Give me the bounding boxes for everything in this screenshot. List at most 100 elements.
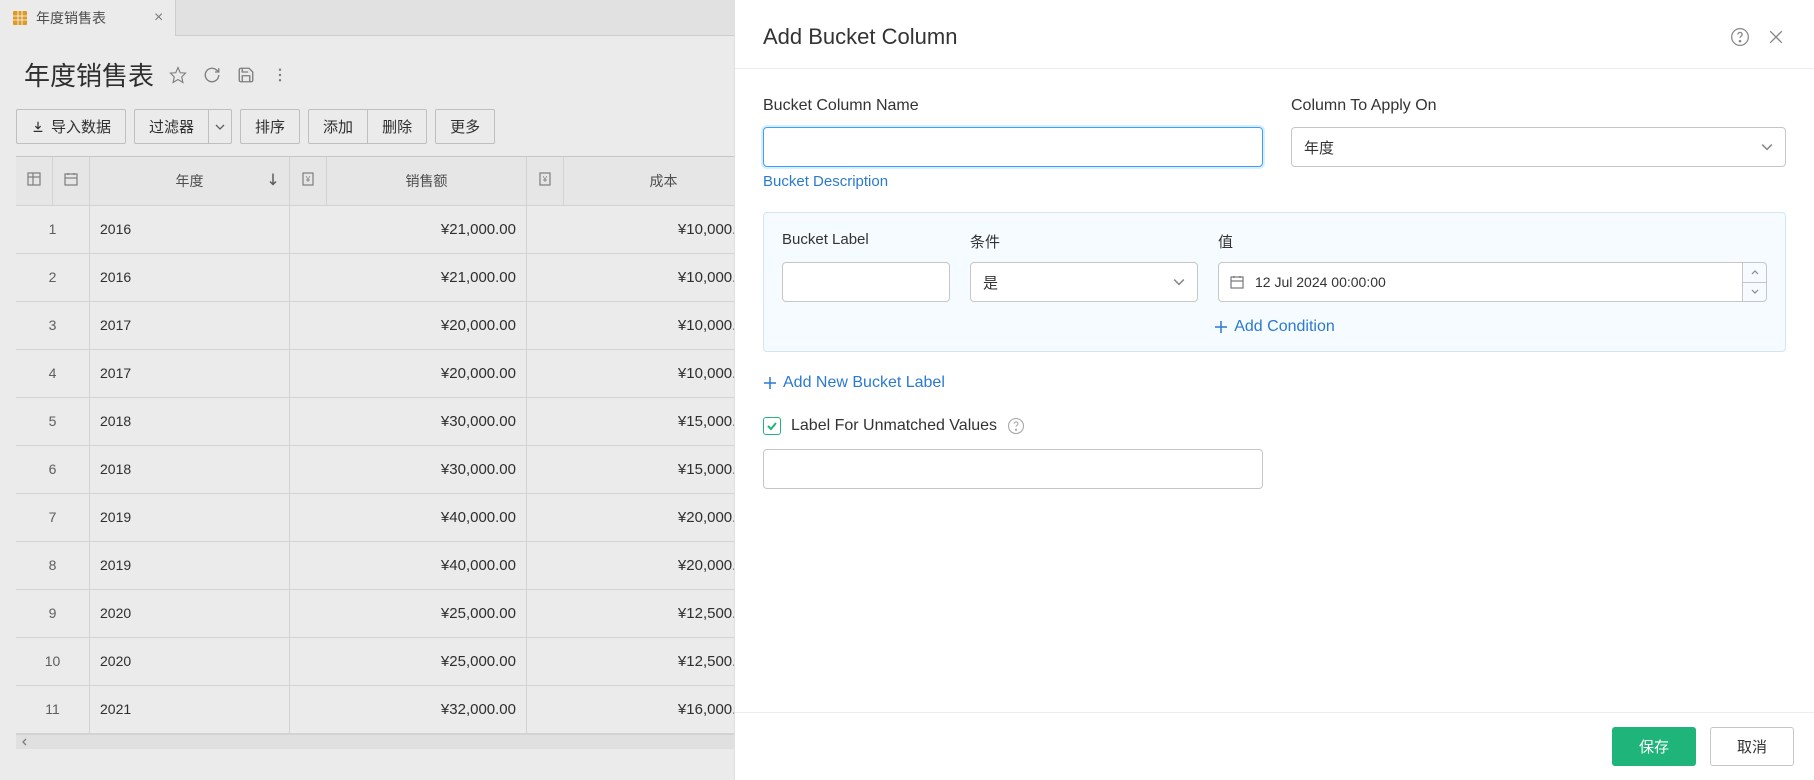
chevron-down-icon — [1173, 276, 1185, 288]
page-title: 年度销售表 — [24, 56, 154, 93]
modal-body: Bucket Column Name Bucket Description Co… — [735, 69, 1814, 712]
bucket-definition-box: Bucket Label 条件 值 是 12 Jul 2024 00:00:00 — [763, 212, 1786, 352]
condition-value: 是 — [983, 272, 998, 293]
help-icon[interactable] — [1730, 27, 1750, 47]
calendar-type-icon[interactable] — [53, 157, 90, 205]
close-icon[interactable]: × — [154, 9, 163, 27]
bucket-label-header: Bucket Label — [782, 231, 950, 252]
table-icon — [12, 10, 28, 26]
svg-text:¥: ¥ — [305, 175, 311, 184]
sort-button[interactable]: 排序 — [240, 109, 300, 144]
bucket-name-label: Bucket Column Name — [763, 97, 1263, 115]
chevron-down-icon — [1761, 141, 1773, 153]
cell-cost: ¥15,000.00 — [527, 397, 764, 445]
cell-sales: ¥40,000.00 — [290, 493, 527, 541]
cancel-button[interactable]: 取消 — [1710, 727, 1794, 766]
add-condition-link[interactable]: Add Condition — [1214, 318, 1335, 336]
unmatched-checkbox[interactable] — [763, 417, 781, 435]
row-number: 1 — [16, 205, 90, 253]
currency-type-icon[interactable]: ¥ — [290, 157, 327, 205]
cell-cost: ¥16,000.00 — [527, 685, 764, 733]
row-number: 10 — [16, 637, 90, 685]
row-number: 3 — [16, 301, 90, 349]
cell-sales: ¥25,000.00 — [290, 589, 527, 637]
cell-year: 2021 — [90, 685, 290, 733]
bucket-label-input[interactable] — [782, 262, 950, 302]
close-icon[interactable] — [1766, 27, 1786, 47]
help-icon[interactable] — [1007, 417, 1025, 435]
more-button[interactable]: 更多 — [435, 109, 495, 144]
svg-text:¥: ¥ — [542, 175, 548, 184]
add-button[interactable]: 添加 — [308, 109, 368, 144]
add-bucket-label-link[interactable]: Add New Bucket Label — [763, 374, 945, 392]
save-button[interactable]: 保存 — [1612, 727, 1696, 766]
cell-sales: ¥21,000.00 — [290, 205, 527, 253]
spinner-up[interactable] — [1743, 263, 1766, 282]
cell-cost: ¥12,500.00 — [527, 637, 764, 685]
import-label: 导入数据 — [51, 116, 111, 137]
save-icon[interactable] — [236, 65, 256, 85]
cell-sales: ¥30,000.00 — [290, 397, 527, 445]
refresh-icon[interactable] — [202, 65, 222, 85]
row-number: 5 — [16, 397, 90, 445]
cell-cost: ¥10,000.00 — [527, 253, 764, 301]
cell-sales: ¥25,000.00 — [290, 637, 527, 685]
condition-select[interactable]: 是 — [970, 262, 1198, 302]
add-delete-group: 添加 删除 — [308, 109, 427, 144]
column-type-icon[interactable] — [16, 157, 53, 205]
modal-footer: 保存 取消 — [735, 712, 1814, 780]
row-number: 7 — [16, 493, 90, 541]
bucket-description-link[interactable]: Bucket Description — [763, 173, 888, 190]
more-icon[interactable] — [270, 65, 290, 85]
date-spinner — [1743, 262, 1767, 302]
filter-button[interactable]: 过滤器 — [134, 109, 208, 144]
col-header-sales[interactable]: 销售额 — [327, 157, 527, 205]
apply-column-value: 年度 — [1304, 137, 1334, 158]
cell-cost: ¥10,000.00 — [527, 205, 764, 253]
row-number: 6 — [16, 445, 90, 493]
sort-desc-icon — [267, 172, 279, 189]
filter-split-button: 过滤器 — [134, 109, 232, 144]
currency-type-icon[interactable]: ¥ — [527, 157, 564, 205]
col-header-year[interactable]: 年度 — [90, 157, 290, 205]
apply-column-select[interactable]: 年度 — [1291, 127, 1786, 167]
add-bucket-modal: Add Bucket Column Bucket Column Name Buc… — [734, 0, 1814, 780]
cell-sales: ¥32,000.00 — [290, 685, 527, 733]
filter-dropdown-caret[interactable] — [208, 109, 232, 144]
calendar-icon — [1229, 274, 1245, 290]
row-number: 4 — [16, 349, 90, 397]
date-value-text: 12 Jul 2024 00:00:00 — [1255, 274, 1386, 290]
spinner-down[interactable] — [1743, 282, 1766, 302]
check-icon — [766, 420, 778, 432]
delete-button[interactable]: 删除 — [368, 109, 427, 144]
unmatched-value-input[interactable] — [763, 449, 1263, 489]
cell-year: 2017 — [90, 349, 290, 397]
row-number: 8 — [16, 541, 90, 589]
row-number: 11 — [16, 685, 90, 733]
cell-cost: ¥15,000.00 — [527, 445, 764, 493]
cell-year: 2019 — [90, 493, 290, 541]
plus-icon — [763, 376, 777, 390]
star-icon[interactable] — [168, 65, 188, 85]
unmatched-label: Label For Unmatched Values — [791, 417, 997, 435]
cell-year: 2018 — [90, 445, 290, 493]
cell-sales: ¥20,000.00 — [290, 349, 527, 397]
plus-icon — [1214, 320, 1228, 334]
scroll-left-icon[interactable] — [16, 735, 34, 749]
cell-year: 2016 — [90, 205, 290, 253]
cell-cost: ¥20,000.00 — [527, 493, 764, 541]
cell-year: 2018 — [90, 397, 290, 445]
cell-sales: ¥20,000.00 — [290, 301, 527, 349]
cell-year: 2017 — [90, 301, 290, 349]
date-value-input[interactable]: 12 Jul 2024 00:00:00 — [1218, 262, 1743, 302]
import-button[interactable]: 导入数据 — [16, 109, 126, 144]
modal-header: Add Bucket Column — [735, 0, 1814, 69]
value-header: 值 — [1218, 231, 1767, 252]
bucket-name-input[interactable] — [763, 127, 1263, 167]
tab-active[interactable]: 年度销售表 × — [0, 0, 176, 36]
cell-cost: ¥10,000.00 — [527, 301, 764, 349]
cell-sales: ¥21,000.00 — [290, 253, 527, 301]
cell-sales: ¥30,000.00 — [290, 445, 527, 493]
cell-sales: ¥40,000.00 — [290, 541, 527, 589]
modal-title: Add Bucket Column — [763, 24, 957, 50]
